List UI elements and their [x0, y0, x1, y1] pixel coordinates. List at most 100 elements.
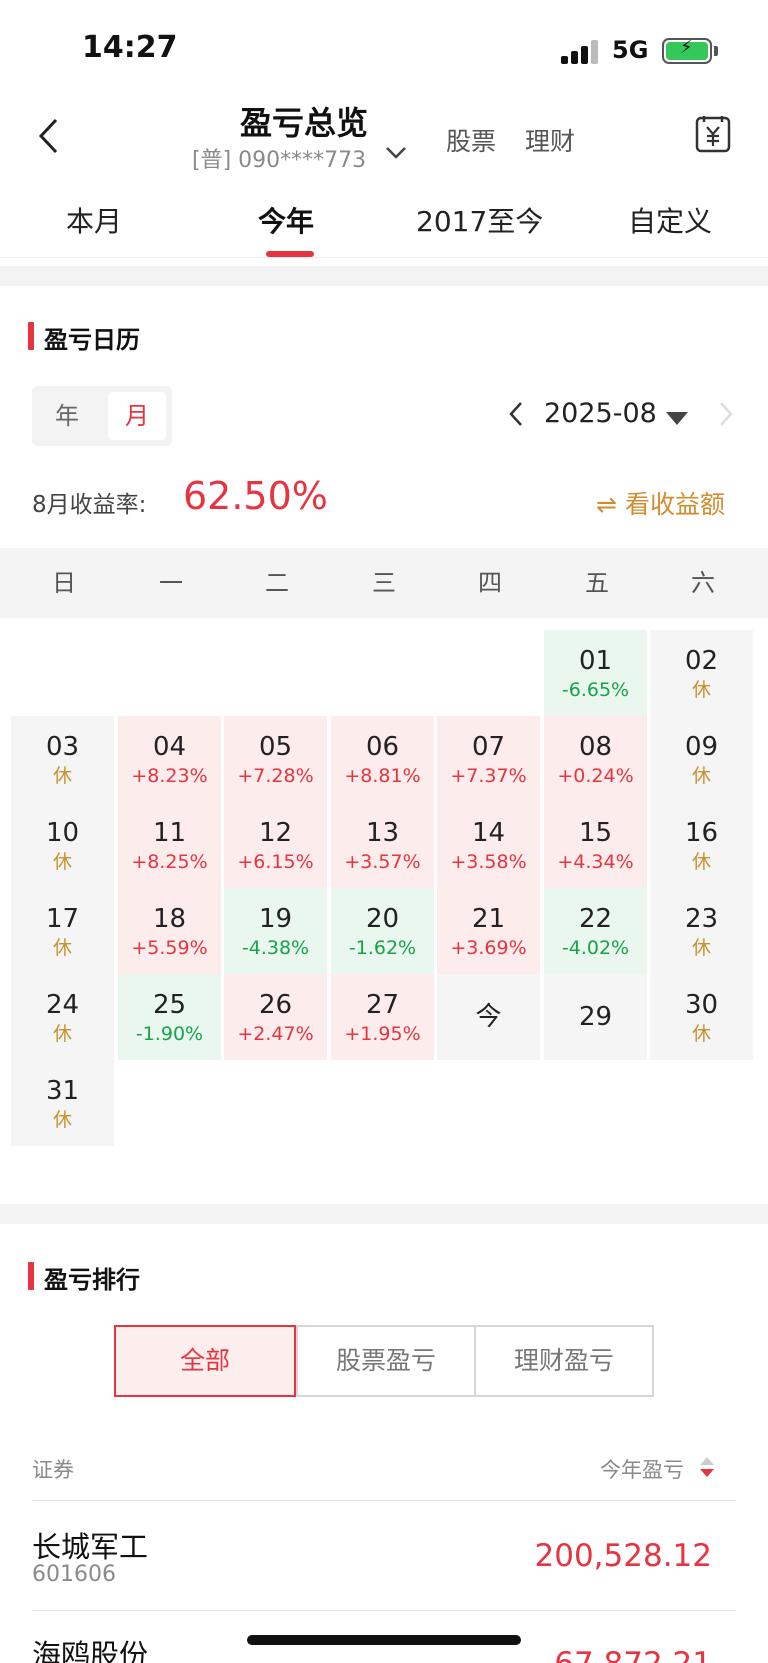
- signal-icon: [561, 40, 601, 64]
- column-year-pnl[interactable]: 今年盈亏: [600, 1454, 684, 1484]
- calendar-day-return: +3.58%: [450, 851, 527, 873]
- calendar-day-cell[interactable]: 18 +5.59%: [118, 888, 221, 974]
- calendar-day-cell[interactable]: 17 休: [11, 888, 114, 974]
- prev-month-icon[interactable]: [508, 400, 524, 428]
- calendar-rest-label: 休: [691, 679, 711, 701]
- calendar-day-number: 23: [684, 904, 719, 934]
- calendar-day-return: -1.90%: [135, 1023, 204, 1045]
- period-tabs: 本月 今年 2017至今 自定义: [0, 188, 768, 258]
- calendar-day-return: +4.34%: [557, 851, 634, 873]
- calendar-day-cell[interactable]: 03 休: [11, 716, 114, 802]
- calendar-day-cell[interactable]: 11 +8.25%: [118, 802, 221, 888]
- row-value: 67,872.21: [554, 1646, 712, 1663]
- year-month-toggle: 年 月: [32, 386, 172, 446]
- calendar-day-return: +5.59%: [131, 937, 208, 959]
- calendar-day-number: 01: [578, 646, 613, 676]
- calendar-day-number: 今: [475, 1002, 502, 1032]
- calendar-day-cell[interactable]: 29: [544, 974, 647, 1060]
- calendar-day-cell[interactable]: 06 +8.81%: [331, 716, 434, 802]
- calendar-day-number: 22: [578, 904, 613, 934]
- calendar-day-number: 10: [45, 818, 80, 848]
- month-return-value: 62.50%: [183, 474, 328, 518]
- calendar-day-return: +3.57%: [344, 851, 421, 873]
- tab-since-2017[interactable]: 2017至今: [416, 200, 543, 240]
- calendar-day-number: 12: [258, 818, 293, 848]
- calendar-rest-label: 休: [52, 937, 72, 959]
- tab-this-month[interactable]: 本月: [66, 200, 122, 240]
- calendar-rest-label: 休: [52, 1109, 72, 1131]
- calendar-day-cell[interactable]: 20 -1.62%: [331, 888, 434, 974]
- calendar-grid: 01 -6.65% 02 休 03 休 04 +8.23% 05 +7.28% 06 +8.81% 07…: [0, 630, 768, 1170]
- next-month-icon[interactable]: [718, 400, 734, 428]
- home-indicator: [247, 1635, 521, 1645]
- calendar-day-cell[interactable]: 13 +3.57%: [331, 802, 434, 888]
- calendar-day-number: 17: [45, 904, 80, 934]
- calendar-day-cell[interactable]: 19 -4.38%: [224, 888, 327, 974]
- calendar-day-return: +6.15%: [237, 851, 314, 873]
- battery-cap: [714, 46, 718, 56]
- weekday-wed: 三: [372, 569, 396, 597]
- calendar-day-cell[interactable]: 31 休: [11, 1060, 114, 1146]
- rank-tab-wealth[interactable]: 理财盈亏: [474, 1327, 652, 1395]
- calendar-day-cell[interactable]: 今: [437, 974, 540, 1060]
- calendar-day-cell[interactable]: 10 休: [11, 802, 114, 888]
- toggle-month[interactable]: 月: [108, 392, 166, 440]
- calendar-day-cell[interactable]: 26 +2.47%: [224, 974, 327, 1060]
- calendar-day-cell[interactable]: 07 +7.37%: [437, 716, 540, 802]
- calendar-day-return: +0.24%: [557, 765, 634, 787]
- month-selector[interactable]: 2025-08: [544, 398, 657, 429]
- row-code: 601606: [32, 1562, 116, 1587]
- calendar-day-cell[interactable]: 21 +3.69%: [437, 888, 540, 974]
- calendar-day-cell[interactable]: 27 +1.95%: [331, 974, 434, 1060]
- calendar-day-cell[interactable]: 02 休: [650, 630, 753, 716]
- calendar-day-number: 09: [684, 732, 719, 762]
- stock-link[interactable]: 股票: [446, 122, 496, 158]
- calendar-day-cell[interactable]: 16 休: [650, 802, 753, 888]
- calendar-rest-label: 休: [691, 765, 711, 787]
- calendar-day-number: 13: [365, 818, 400, 848]
- tab-this-year[interactable]: 今年: [258, 200, 314, 240]
- calendar-day-cell[interactable]: 15 +4.34%: [544, 802, 647, 888]
- calendar-day-number: 02: [684, 646, 719, 676]
- row-value: 200,528.12: [534, 1538, 713, 1574]
- calendar-day-cell[interactable]: 25 -1.90%: [118, 974, 221, 1060]
- calendar-day-return: +7.37%: [450, 765, 527, 787]
- rank-tab-all[interactable]: 全部: [114, 1325, 296, 1397]
- weekday-sun: 日: [52, 569, 76, 597]
- calendar-day-cell[interactable]: 23 休: [650, 888, 753, 974]
- back-icon[interactable]: [36, 118, 64, 154]
- sort-icon[interactable]: [698, 1456, 716, 1478]
- caret-down-icon[interactable]: [666, 412, 688, 425]
- row-name[interactable]: 海鸥股份: [32, 1632, 148, 1663]
- account-label[interactable]: [普] 090****773: [192, 142, 366, 174]
- calendar-rest-label: 休: [52, 1023, 72, 1045]
- calendar-day-cell[interactable]: 09 休: [650, 716, 753, 802]
- calendar-day-cell[interactable]: 05 +7.28%: [224, 716, 327, 802]
- calendar-day-cell[interactable]: 12 +6.15%: [224, 802, 327, 888]
- calendar-rest-label: 休: [52, 765, 72, 787]
- calendar-day-cell[interactable]: 22 -4.02%: [544, 888, 647, 974]
- bill-icon[interactable]: [694, 114, 732, 154]
- chevron-down-icon[interactable]: [384, 144, 408, 162]
- calendar-day-cell[interactable]: 08 +0.24%: [544, 716, 647, 802]
- calendar-day-number: 05: [258, 732, 293, 762]
- calendar-day-cell[interactable]: 30 休: [650, 974, 753, 1060]
- section-gap: [0, 266, 768, 286]
- wealth-link[interactable]: 理财: [525, 122, 575, 158]
- calendar-day-cell[interactable]: 24 休: [11, 974, 114, 1060]
- swap-icon: ⇌: [596, 490, 617, 519]
- ranking-tabs: 全部 股票盈亏 理财盈亏: [114, 1325, 654, 1397]
- tab-custom[interactable]: 自定义: [628, 200, 712, 240]
- calendar-day-cell[interactable]: 14 +3.58%: [437, 802, 540, 888]
- toggle-year[interactable]: 年: [38, 392, 96, 440]
- rank-tab-stock[interactable]: 股票盈亏: [296, 1327, 474, 1395]
- calendar-day-return: -4.02%: [561, 937, 630, 959]
- calendar-day-number: 06: [365, 732, 400, 762]
- calendar-day-cell[interactable]: 01 -6.65%: [544, 630, 647, 716]
- calendar-day-return: +2.47%: [237, 1023, 314, 1045]
- battery-icon: ⚡: [662, 37, 712, 64]
- calendar-day-cell[interactable]: 04 +8.23%: [118, 716, 221, 802]
- weekday-fri: 五: [585, 569, 609, 597]
- row-name[interactable]: 长城军工: [32, 1524, 148, 1566]
- switch-to-amount-button[interactable]: ⇌ 看收益额: [596, 485, 725, 521]
